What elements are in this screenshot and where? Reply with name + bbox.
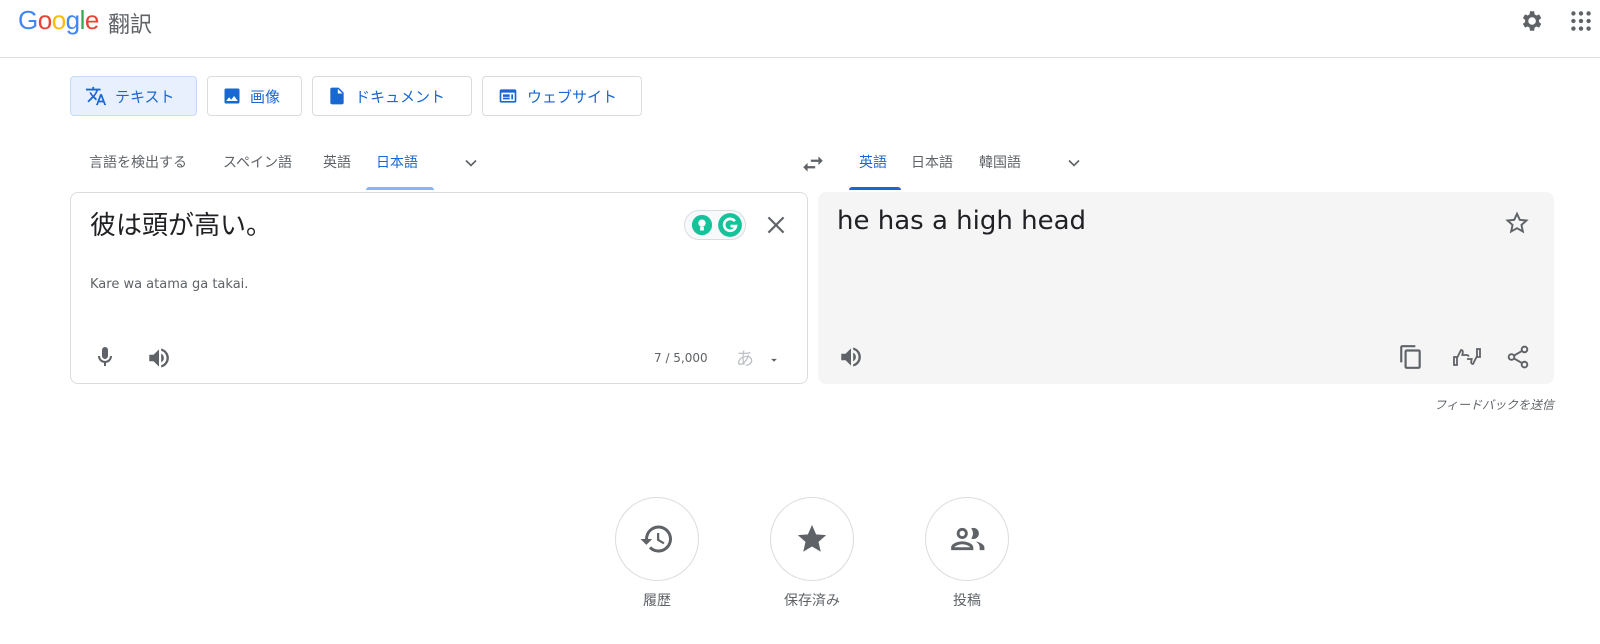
- translation-panel: he has a high head: [818, 192, 1554, 384]
- source-lang-detect[interactable]: 言語を検出する: [89, 152, 187, 172]
- mode-document-button[interactable]: ドキュメント: [312, 76, 472, 116]
- app-header: Google 翻訳: [0, 0, 1600, 58]
- grammarly-widget[interactable]: [684, 210, 746, 240]
- app-title: 翻訳: [108, 13, 153, 38]
- document-icon: [330, 87, 344, 105]
- website-icon: [499, 89, 517, 103]
- mode-text-button[interactable]: テキスト: [70, 76, 197, 116]
- source-active-underline: [366, 187, 434, 190]
- history-label: 履歴: [643, 593, 671, 609]
- target-lang-english[interactable]: 英語: [859, 152, 887, 172]
- target-lang-korean[interactable]: 韓国語: [979, 152, 1021, 172]
- source-lang-spanish[interactable]: スペイン語: [223, 152, 292, 172]
- character-count: 7 / 5,000: [654, 351, 708, 365]
- contribute-label: 投稿: [953, 593, 981, 609]
- swap-languages-icon[interactable]: [800, 151, 826, 177]
- saved-star-icon: [797, 524, 827, 552]
- saved-button[interactable]: [770, 497, 854, 581]
- source-listen-speaker-icon[interactable]: [146, 345, 172, 371]
- history-icon: [640, 525, 672, 553]
- mode-document-label: ドキュメント: [355, 87, 446, 106]
- grammarly-bulb-icon[interactable]: [691, 214, 713, 236]
- translation-listen-speaker-icon[interactable]: [838, 344, 864, 370]
- target-lang-japanese[interactable]: 日本語: [911, 152, 953, 172]
- clear-source-icon[interactable]: [763, 212, 789, 238]
- settings-gear-icon[interactable]: [1518, 8, 1544, 34]
- source-lang-english[interactable]: 英語: [323, 152, 351, 172]
- microphone-icon[interactable]: [93, 345, 117, 369]
- copy-translation-icon[interactable]: [1398, 344, 1424, 370]
- contribute-people-icon: [951, 527, 985, 551]
- translation-text: he has a high head: [837, 206, 1087, 236]
- save-translation-star-icon[interactable]: [1504, 210, 1530, 236]
- contribute-button[interactable]: [925, 497, 1009, 581]
- mode-website-button[interactable]: ウェブサイト: [482, 76, 642, 116]
- mode-website-label: ウェブサイト: [527, 87, 618, 106]
- mode-text-label: テキスト: [115, 87, 175, 106]
- history-button[interactable]: [615, 497, 699, 581]
- apps-grid-icon[interactable]: [1568, 8, 1594, 34]
- send-feedback-link[interactable]: フィードバックを送信: [1300, 396, 1554, 413]
- translate-icon: [85, 86, 107, 106]
- input-method-dropdown-icon[interactable]: [767, 353, 781, 367]
- share-translation-icon[interactable]: [1505, 344, 1531, 370]
- target-lang-more-chevron-icon[interactable]: [1064, 153, 1084, 173]
- mode-image-button[interactable]: 画像: [207, 76, 302, 116]
- grammarly-g-icon[interactable]: [717, 212, 743, 238]
- source-lang-more-chevron-icon[interactable]: [461, 153, 481, 173]
- saved-label: 保存済み: [784, 593, 840, 609]
- source-text-input[interactable]: 彼は頭が高い。: [90, 205, 272, 242]
- source-text-panel: 彼は頭が高い。 Kare wa atama ga takai. 7 / 5,00…: [70, 192, 808, 384]
- mode-image-label: 画像: [250, 87, 281, 106]
- image-icon: [224, 88, 240, 104]
- rate-translation-thumbs-icon[interactable]: [1452, 344, 1482, 370]
- target-active-underline: [849, 187, 901, 190]
- input-method-indicator[interactable]: あ: [736, 345, 754, 371]
- source-lang-japanese[interactable]: 日本語: [376, 152, 418, 172]
- source-romanization: Kare wa atama ga takai.: [90, 277, 249, 292]
- google-logo[interactable]: Google: [18, 5, 99, 36]
